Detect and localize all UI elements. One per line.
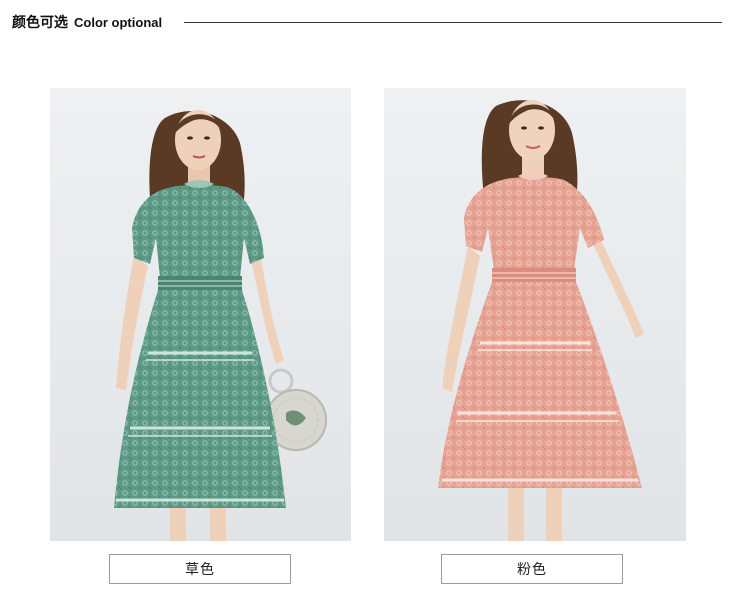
color-option-label: 草色	[185, 562, 215, 578]
color-option-green[interactable]: 草色	[109, 554, 291, 584]
section-header: 颜色可选 Color optional	[12, 10, 162, 34]
section-title-cn: 颜色可选	[12, 15, 68, 31]
model-illustration-green	[114, 110, 327, 541]
model-illustration-pink	[438, 100, 644, 541]
product-photo-pink[interactable]	[384, 88, 686, 541]
product-photo-green[interactable]	[50, 88, 351, 541]
color-option-label: 粉色	[517, 562, 547, 578]
section-title-en: Color optional	[74, 14, 163, 30]
color-option-pink[interactable]: 粉色	[441, 554, 623, 584]
header-divider	[184, 22, 722, 23]
